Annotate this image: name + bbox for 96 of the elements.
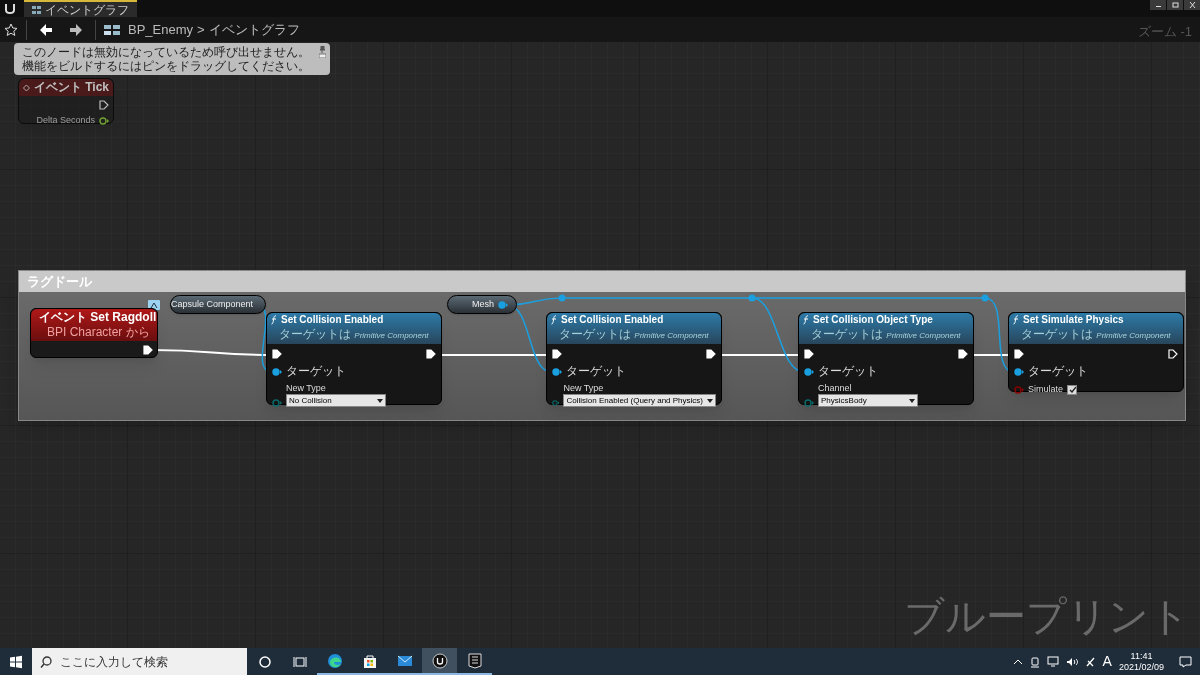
function-icon bbox=[551, 314, 557, 325]
graph-label: ブループリント bbox=[904, 596, 1190, 636]
pin-label: ターゲット bbox=[286, 364, 346, 379]
breadcrumb-separator: > bbox=[197, 20, 205, 39]
target-pin-icon[interactable] bbox=[552, 367, 562, 376]
exec-pin-icon[interactable] bbox=[426, 349, 436, 359]
volume-icon[interactable] bbox=[1065, 656, 1078, 667]
target-pin-icon[interactable] bbox=[804, 367, 814, 376]
check-icon bbox=[1068, 386, 1076, 394]
variable-name: Capsule Component bbox=[170, 297, 253, 311]
target-pin-icon[interactable] bbox=[272, 367, 282, 376]
node-title: Set Collision Object Type bbox=[813, 313, 933, 326]
graph-icon bbox=[32, 5, 41, 14]
pin-label: New Type bbox=[563, 383, 605, 394]
enum-pin-icon[interactable] bbox=[552, 399, 560, 407]
pin-label: Delta Seconds bbox=[36, 114, 95, 127]
clock[interactable]: 11:41 2021/02/09 bbox=[1118, 650, 1164, 673]
function-node[interactable]: Set Simulate Physics ターゲットは Primitive Component ターゲット Simulate bbox=[1008, 312, 1184, 392]
star-icon[interactable] bbox=[4, 22, 18, 37]
restore-button[interactable] bbox=[1167, 0, 1183, 10]
caret-icon bbox=[707, 398, 713, 403]
node-subtitle: ターゲットは Primitive Component bbox=[559, 326, 709, 343]
network-icon[interactable] bbox=[1046, 656, 1059, 667]
pin-label: New Type bbox=[286, 383, 327, 394]
graph-tab[interactable]: イベントグラフ bbox=[24, 0, 137, 17]
pin-label: ターゲット bbox=[566, 364, 626, 379]
exec-pin-icon[interactable] bbox=[1014, 349, 1024, 359]
blueprint-icon bbox=[104, 22, 120, 37]
pin-label: ターゲット bbox=[1028, 364, 1088, 379]
variable-name: Mesh bbox=[472, 297, 494, 311]
exec-pin-icon[interactable] bbox=[804, 349, 814, 359]
node-title: イベント Tick bbox=[33, 80, 109, 95]
caret-icon bbox=[909, 398, 915, 403]
function-node[interactable]: Set Collision Enabled ターゲットは Primitive Component ターゲット New Type No Collision bbox=[266, 312, 442, 405]
graph-name: イベントグラフ bbox=[208, 20, 300, 39]
node-subtitle: BPI Character から bbox=[46, 325, 151, 340]
checkbox[interactable] bbox=[1067, 384, 1077, 395]
enum-pin-icon[interactable] bbox=[804, 399, 814, 407]
exec-pin-icon[interactable] bbox=[706, 349, 716, 359]
tooltip-text: 機能をビルドするにはピンをドラッグしてください。 bbox=[22, 59, 310, 73]
variable-node[interactable]: Capsule Component bbox=[170, 295, 266, 314]
variable-node[interactable]: Mesh bbox=[447, 295, 517, 314]
windows-start-icon[interactable] bbox=[9, 654, 23, 669]
output-pin-icon[interactable] bbox=[498, 300, 508, 309]
engine-app-icon bbox=[431, 652, 448, 669]
launcher-icon bbox=[466, 652, 483, 669]
exec-pin-icon[interactable] bbox=[552, 349, 562, 359]
function-icon bbox=[271, 314, 277, 325]
node-subtitle: ターゲットは Primitive Component bbox=[279, 326, 429, 343]
pin-label: ターゲット bbox=[818, 364, 878, 379]
dropdown[interactable]: No Collision bbox=[286, 394, 386, 407]
node-title: Set Simulate Physics bbox=[1023, 313, 1124, 326]
exec-pin-icon[interactable] bbox=[1168, 349, 1178, 359]
pin-label: Channel bbox=[818, 383, 853, 394]
ime-indicator[interactable]: A bbox=[1102, 651, 1112, 672]
caret-icon bbox=[377, 398, 383, 403]
forward-arrow-icon[interactable] bbox=[69, 22, 83, 37]
bool-pin-icon[interactable] bbox=[1014, 385, 1024, 394]
notification-icon[interactable] bbox=[1179, 655, 1192, 668]
blueprint-name[interactable]: BP_Enemy bbox=[128, 19, 194, 40]
function-icon bbox=[1013, 314, 1019, 325]
cortana-icon bbox=[256, 653, 273, 670]
function-icon bbox=[803, 314, 809, 325]
chevron-up-icon[interactable] bbox=[1012, 657, 1023, 666]
restore-icon bbox=[1170, 1, 1180, 9]
target-pin-icon[interactable] bbox=[1014, 367, 1024, 376]
back-arrow-icon[interactable] bbox=[39, 22, 53, 37]
event-node[interactable]: イベント Set Ragdoll BPI Character から bbox=[30, 308, 158, 358]
engine-logo-icon bbox=[4, 2, 16, 14]
date-text: 2021/02/09 bbox=[1118, 661, 1164, 673]
node-title: Set Collision Enabled bbox=[561, 313, 664, 326]
time-text: 11:41 bbox=[1130, 650, 1153, 662]
pin-icon[interactable] bbox=[319, 46, 326, 58]
search-icon bbox=[40, 656, 52, 668]
exec-pin-icon[interactable] bbox=[143, 345, 153, 355]
dropdown[interactable]: Collision Enabled (Query and Physics) bbox=[563, 394, 716, 407]
close-button[interactable] bbox=[1184, 0, 1200, 10]
function-node[interactable]: Set Collision Enabled ターゲットは Primitive Component ターゲット New Type Collision Enabled (Query and Physics) bbox=[546, 312, 722, 405]
close-icon bbox=[1187, 1, 1197, 9]
search-field[interactable]: ここに入力して検索 bbox=[32, 648, 247, 675]
device-icon[interactable] bbox=[1029, 655, 1040, 668]
store-bag-icon bbox=[361, 652, 378, 669]
dropdown[interactable]: PhysicsBody bbox=[818, 394, 918, 407]
node-subtitle: ターゲットは Primitive Component bbox=[1021, 326, 1171, 343]
node-subtitle: ターゲットは Primitive Component bbox=[811, 326, 961, 343]
event-icon bbox=[23, 83, 30, 92]
exec-pin-icon[interactable] bbox=[958, 349, 968, 359]
node-title: イベント Set Ragdoll bbox=[39, 310, 157, 325]
browser-icon bbox=[326, 652, 343, 669]
minimize-button[interactable] bbox=[1150, 0, 1166, 10]
exec-pin-icon[interactable] bbox=[272, 349, 282, 359]
tooltip-text: このノードは無効になっているため呼び出せません。 bbox=[22, 45, 310, 59]
function-node[interactable]: Set Collision Object Type ターゲットは Primitive Component ターゲット Channel PhysicsBody bbox=[798, 312, 974, 405]
taskbar-button[interactable] bbox=[422, 648, 457, 675]
node-title: Set Collision Enabled bbox=[281, 313, 384, 326]
enum-pin-icon[interactable] bbox=[272, 399, 282, 407]
